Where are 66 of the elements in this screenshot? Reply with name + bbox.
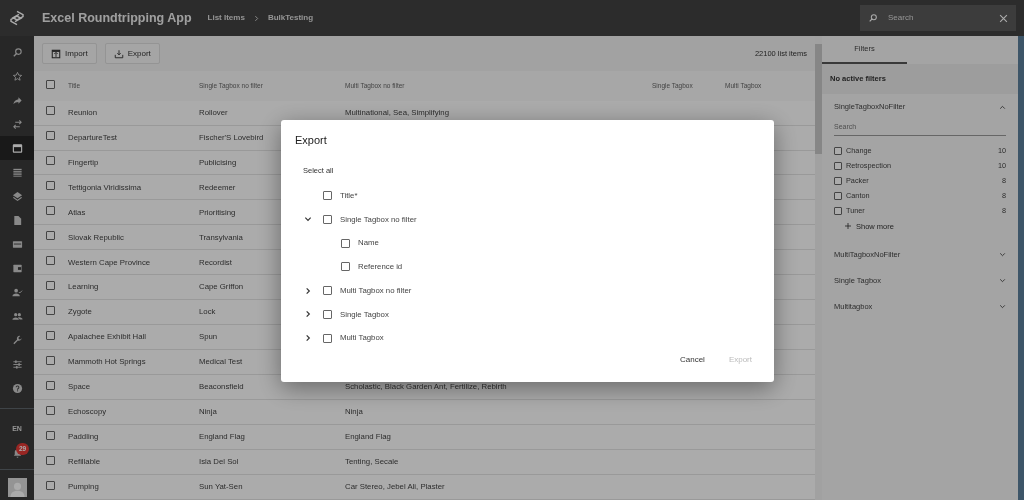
app-title: Excel Roundtripping App [42, 9, 192, 27]
layers-icon [11, 190, 23, 202]
star-icon [11, 70, 23, 82]
breadcrumb-link[interactable]: BulkTesting [267, 12, 314, 24]
chevron-up-icon [999, 103, 1006, 111]
row-checkbox[interactable] [46, 305, 55, 315]
chevron-down-icon [999, 251, 1006, 259]
checkbox[interactable] [323, 191, 332, 201]
filter-checkbox[interactable] [834, 147, 842, 155]
wallet-icon [11, 262, 23, 274]
row-checkbox[interactable] [46, 156, 55, 166]
chevron-down-icon [999, 277, 1006, 285]
row-checkbox[interactable] [46, 281, 55, 290]
chevron-down-icon [999, 303, 1006, 311]
search-field[interactable]: Search [860, 5, 1016, 31]
row-checkbox[interactable] [46, 405, 55, 415]
plus-icon [844, 222, 852, 231]
row-checkbox[interactable] [46, 380, 55, 390]
select-all-checkbox[interactable] [46, 80, 55, 89]
breadcrumb-link[interactable]: List Items [207, 12, 245, 24]
window-icon [11, 142, 23, 154]
people-icon [11, 310, 23, 322]
search-icon [868, 13, 878, 23]
share-arrow-icon [11, 94, 23, 106]
row-checkbox[interactable] [46, 480, 55, 490]
filter-checkbox[interactable] [834, 177, 842, 185]
row-checkbox[interactable] [46, 206, 55, 216]
list-icon [11, 166, 23, 178]
close-button[interactable] [999, 13, 1008, 23]
filter-checkbox[interactable] [834, 192, 842, 200]
swap-arrows-icon [11, 118, 23, 130]
row-checkbox[interactable] [46, 430, 55, 440]
logo-icon [9, 10, 25, 26]
checkbox[interactable] [323, 286, 332, 296]
filter-checkbox[interactable] [834, 162, 842, 170]
download-icon [113, 48, 124, 59]
upload-icon [51, 48, 61, 59]
row-checkbox[interactable] [46, 355, 55, 365]
checkbox[interactable] [323, 309, 332, 319]
row-checkbox[interactable] [46, 231, 55, 241]
row-checkbox[interactable] [46, 330, 55, 340]
sidebar-item[interactable] [0, 136, 34, 160]
wrench-icon [11, 334, 23, 346]
dialog-title: Export [295, 133, 328, 148]
row-checkbox[interactable] [46, 256, 55, 265]
checkbox[interactable] [341, 262, 350, 272]
dialog-button[interactable]: Cancel [671, 350, 713, 370]
avatar[interactable] [7, 478, 27, 497]
row-checkbox[interactable] [46, 131, 55, 141]
help-icon [11, 382, 23, 394]
row-checkbox[interactable] [46, 455, 55, 465]
export-button[interactable]: Export [104, 43, 160, 65]
chevron-right-icon [252, 14, 260, 22]
checkbox[interactable] [323, 214, 332, 224]
search-icon [11, 46, 23, 58]
sliders-icon [11, 358, 23, 370]
search-input[interactable]: Search [886, 11, 986, 25]
import-button[interactable]: Import [42, 43, 97, 65]
document-icon [11, 214, 23, 226]
row-checkbox[interactable] [46, 181, 55, 191]
card-icon [11, 238, 23, 250]
filter-checkbox[interactable] [834, 207, 842, 215]
person-check-icon [11, 286, 23, 298]
checkbox[interactable] [341, 238, 350, 248]
row-checkbox[interactable] [46, 106, 55, 116]
checkbox[interactable] [323, 333, 332, 343]
